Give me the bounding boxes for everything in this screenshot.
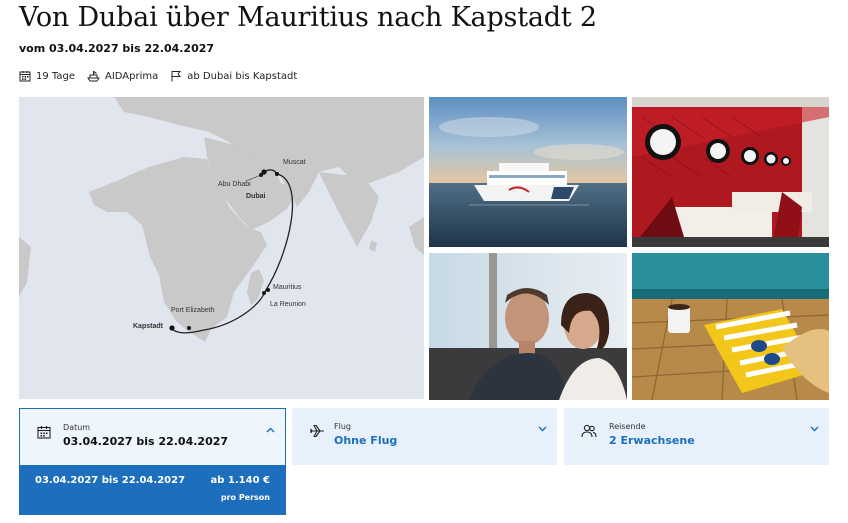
- date-value: 03.04.2027 bis 22.04.2027: [63, 435, 229, 448]
- date-option[interactable]: 03.04.2027 bis 22.04.2027 ab 1.140 € pro…: [19, 465, 286, 515]
- airplane-icon: [310, 424, 324, 438]
- page-title: Von Dubai über Mauritius nach Kapstadt 2: [19, 2, 597, 33]
- port-dot-mauritius: [266, 288, 270, 292]
- date-option-price: ab 1.140 €: [210, 475, 270, 486]
- photo-couple-graphic: [429, 253, 627, 400]
- photo-ship-graphic: [429, 97, 627, 247]
- fact-route: ab Dubai bis Kapstadt: [170, 70, 297, 82]
- calendar-icon: [19, 71, 31, 82]
- flight-value: Ohne Flug: [334, 434, 398, 447]
- chevron-up-icon: [266, 427, 275, 433]
- route-map[interactable]: Muscat Abu Dhabi Dubai Mauritius La Reun…: [19, 97, 424, 399]
- port-label-lareunion: La Reunion: [270, 301, 306, 308]
- route-text: ab Dubai bis Kapstadt: [187, 70, 298, 82]
- port-label-portelizabeth: Port Elizabeth: [171, 307, 215, 314]
- fact-duration: 19 Tage: [19, 70, 75, 82]
- flag-icon: [171, 71, 182, 82]
- photo-restaurant[interactable]: [632, 97, 829, 247]
- people-icon: [581, 424, 597, 438]
- port-label-dubai: Dubai: [246, 193, 266, 200]
- ship-icon: [87, 70, 100, 82]
- travellers-value: 2 Erwachsene: [609, 434, 695, 447]
- port-label-abudhabi: Abu Dhabi: [218, 181, 251, 188]
- port-label-mauritius: Mauritius: [273, 284, 302, 291]
- trip-facts: 19 Tage AIDAprima ab Dubai bis Kapstadt: [19, 70, 309, 82]
- chevron-down-icon: [810, 426, 819, 432]
- photo-beach-table[interactable]: [632, 253, 829, 400]
- port-dot-kapstadt: [169, 325, 175, 331]
- date-label: Datum: [63, 423, 91, 432]
- chevron-down-icon: [538, 426, 547, 432]
- flight-selector[interactable]: Flug Ohne Flug: [292, 408, 557, 465]
- date-option-range: 03.04.2027 bis 22.04.2027: [35, 475, 186, 486]
- flight-label: Flug: [334, 422, 351, 431]
- photo-couple[interactable]: [429, 253, 627, 400]
- date-selector[interactable]: Datum 03.04.2027 bis 22.04.2027: [19, 408, 286, 465]
- date-option-per-person: pro Person: [220, 493, 270, 502]
- port-dot-lareunion: [262, 291, 266, 295]
- port-label-kapstadt: Kapstadt: [133, 323, 163, 330]
- photo-restaurant-graphic: [632, 97, 829, 247]
- ship-text: AIDAprima: [104, 70, 159, 82]
- travellers-label: Reisende: [609, 422, 646, 431]
- route-map-graphic: [19, 97, 424, 399]
- port-dot-muscat: [275, 172, 279, 176]
- photo-ship[interactable]: [429, 97, 627, 247]
- port-label-muscat: Muscat: [283, 159, 306, 166]
- fact-ship: AIDAprima: [87, 70, 158, 82]
- duration-text: 19 Tage: [36, 70, 75, 82]
- port-dot-portelizabeth: [187, 326, 191, 330]
- trip-dates: vom 03.04.2027 bis 22.04.2027: [19, 42, 215, 55]
- travellers-selector[interactable]: Reisende 2 Erwachsene: [564, 408, 829, 465]
- calendar-icon: [37, 426, 51, 439]
- photo-beach-table-graphic: [632, 253, 829, 400]
